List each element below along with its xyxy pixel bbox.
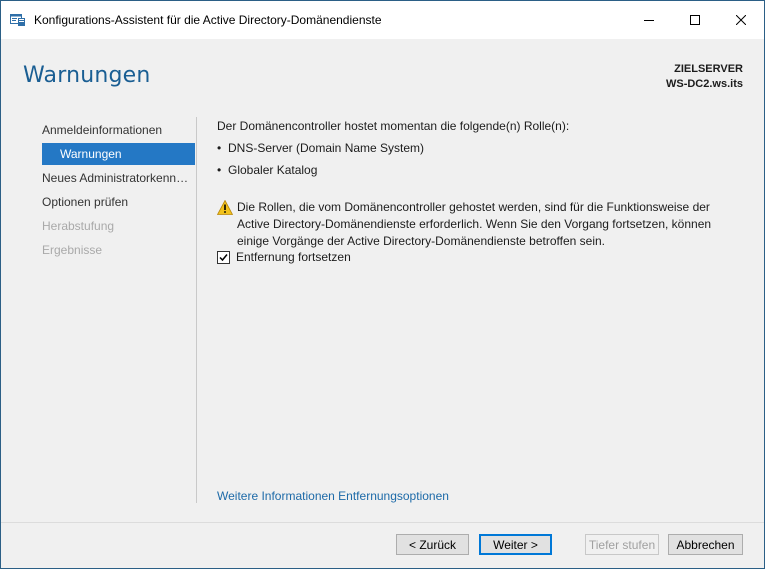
continue-removal-option[interactable]: Entfernung fortsetzen xyxy=(217,250,351,264)
nav-divider xyxy=(196,117,197,503)
role-list-item: • DNS-Server (Domain Name System) xyxy=(217,141,424,155)
nav-item-ergebnisse: Ergebnisse xyxy=(42,243,103,257)
continue-removal-checkbox[interactable] xyxy=(217,250,230,264)
target-server-label: ZIELSERVER xyxy=(674,63,743,75)
target-server-info: ZIELSERVER WS-DC2.ws.its xyxy=(666,62,743,92)
demote-button: Tiefer stufen xyxy=(585,534,659,555)
window-title: Konfigurations-Assistent für die Active … xyxy=(34,13,382,27)
nav-item-herabstufung: Herabstufung xyxy=(42,219,115,233)
nav-item-anmeldeinformationen[interactable]: Anmeldeinformationen xyxy=(42,119,192,141)
wizard-header: Warnungen ZIELSERVER WS-DC2.ws.its xyxy=(1,39,764,105)
close-icon xyxy=(736,15,746,25)
role-label: Globaler Katalog xyxy=(228,163,318,177)
close-button[interactable] xyxy=(718,1,764,39)
maximize-button[interactable] xyxy=(672,1,718,39)
more-info-link[interactable]: Weitere Informationen Entfernungsoptione… xyxy=(217,489,449,503)
wizard-window: Konfigurations-Assistent für die Active … xyxy=(0,0,765,569)
wizard-navigation: Anmeldeinformationen Warnungen Neues Adm… xyxy=(1,105,197,505)
back-button[interactable]: < Zurück xyxy=(396,534,469,555)
warning-text: Die Rollen, die vom Domänencontroller ge… xyxy=(237,200,712,248)
title-bar[interactable]: Konfigurations-Assistent für die Active … xyxy=(1,1,764,39)
target-server-name: WS-DC2.ws.its xyxy=(665,78,743,90)
cancel-button[interactable]: Abbrechen xyxy=(668,534,743,555)
continue-removal-label[interactable]: Entfernung fortsetzen xyxy=(236,250,351,264)
role-label: DNS-Server (Domain Name System) xyxy=(228,141,425,155)
warning-icon xyxy=(216,199,234,215)
minimize-button[interactable] xyxy=(626,1,672,39)
role-list-item: • Globaler Katalog xyxy=(217,163,317,177)
nav-item-administratorkennwort[interactable]: Neues Administratorkennwort xyxy=(42,167,192,189)
bullet-icon: • xyxy=(217,141,222,155)
next-button[interactable]: Weiter > xyxy=(479,534,552,555)
maximize-icon xyxy=(690,15,700,25)
bullet-icon: • xyxy=(217,163,222,177)
page-title: Warnungen xyxy=(23,63,151,88)
wizard-footer: < Zurück Weiter > Tiefer stufen Abbreche… xyxy=(1,523,764,568)
server-manager-icon xyxy=(10,13,26,27)
minimize-icon xyxy=(644,20,654,21)
nav-item-optionen-pruefen[interactable]: Optionen prüfen xyxy=(42,191,192,213)
checkmark-icon xyxy=(219,253,228,261)
nav-item-warnungen[interactable]: Warnungen xyxy=(42,143,195,165)
roles-intro-text: Der Domänencontroller hostet momentan di… xyxy=(217,119,570,133)
